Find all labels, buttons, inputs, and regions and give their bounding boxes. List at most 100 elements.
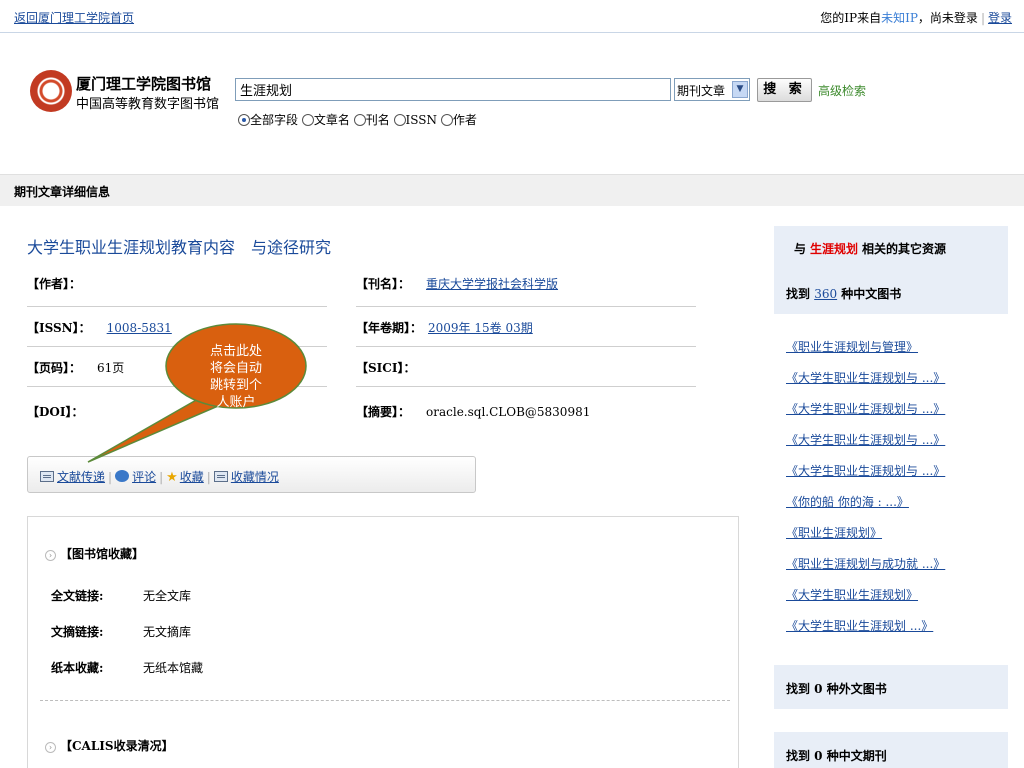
radio-all-fields[interactable]: [238, 114, 250, 126]
radio-author[interactable]: [440, 114, 453, 126]
volume-label: 【年卷期】：: [356, 321, 423, 335]
related-heading: 与生涯规划 相关的其它资源: [794, 240, 946, 257]
related-book-link[interactable]: 《职业生涯规划》: [786, 524, 882, 541]
library-collection-title: 【图书馆收藏】: [60, 547, 145, 561]
radio-label: 作者: [452, 113, 477, 127]
abstract-label: 【摘要】：: [356, 405, 411, 419]
related-book-link[interactable]: 《大学生职业生涯规划》: [786, 586, 918, 603]
related-book-link[interactable]: 《大学生职业生涯规划与 ...》: [786, 431, 945, 448]
abstract-link-label: 文摘链接:: [51, 625, 104, 639]
comment-link[interactable]: 评论: [132, 470, 156, 484]
related-book-link[interactable]: 《职业生涯规划与成功就 ...》: [786, 555, 945, 572]
radio-issn[interactable]: [393, 114, 406, 126]
radio-label: 文章名: [313, 113, 350, 127]
related-book-link[interactable]: 《大学生职业生涯规划 ...》: [786, 617, 933, 634]
search-scope-radios: 全部字段 文章名 刊名 ISSN 作者: [238, 111, 477, 128]
library-subtitle: 中国高等教育数字图书馆: [76, 97, 220, 112]
fulltext-row: 全文链接: 无全文库: [51, 587, 191, 604]
related-book-link[interactable]: 《职业生涯规划与管理》: [786, 338, 918, 355]
chevron-right-icon: ›: [45, 742, 56, 753]
search-button[interactable]: 搜 索: [757, 78, 812, 102]
related-book-link[interactable]: 《大学生职业生涯规划与 ...》: [786, 400, 945, 417]
calis-title: 【CALIS收录清况】: [60, 739, 174, 753]
university-seal-icon: [30, 70, 72, 112]
header: 厦门理工学院图书馆 中国高等教育数字图书馆 期刊文章 ▼ 搜 索 高级检索 全部…: [0, 34, 1024, 174]
search-type-select[interactable]: 期刊文章 ▼: [674, 78, 750, 101]
author-label: 【作者】：: [27, 277, 82, 291]
radio-title[interactable]: [301, 114, 314, 126]
callout-line: 人账户: [216, 395, 256, 410]
divider: [356, 386, 696, 387]
divider: |: [108, 470, 113, 484]
star-icon: ★: [166, 470, 178, 485]
divider: [27, 346, 327, 347]
advanced-search-link[interactable]: 高级检索: [818, 82, 866, 99]
issn-link[interactable]: 1008-5831: [107, 321, 172, 335]
print-label: 纸本收藏:: [51, 661, 104, 675]
related-keyword: 生涯规划: [810, 242, 859, 256]
journal-label: 【刊名】：: [356, 277, 411, 291]
volume-field: 【年卷期】： 2009年 15卷 03期: [356, 319, 533, 336]
divider: |: [159, 470, 164, 484]
related-book-link[interactable]: 《大学生职业生涯规划与 ...》: [786, 369, 945, 386]
cn-journals-count: 找到 0 种中文期刊: [786, 749, 887, 763]
section-title-bar: 期刊文章详细信息: [0, 174, 1024, 206]
library-logo[interactable]: 厦门理工学院图书馆 中国高等教育数字图书馆: [30, 70, 220, 126]
divider: |: [206, 470, 211, 484]
divider: [40, 700, 730, 701]
document-delivery-link[interactable]: 文献传递: [57, 470, 105, 484]
not-logged-text: ，尚未登录: [917, 11, 978, 25]
print-value: 无纸本馆藏: [143, 661, 204, 675]
chevron-down-icon[interactable]: ▼: [732, 81, 748, 98]
fulltext-label: 全文链接:: [51, 589, 104, 603]
divider: [356, 306, 696, 307]
top-bar: 返回厦门理工学院首页 您的IP来自未知IP，尚未登录 | 登录: [0, 0, 1024, 33]
issn-field: 【ISSN】： 1008-5831: [27, 319, 172, 336]
login-link[interactable]: 登录: [988, 11, 1012, 25]
sici-label: 【SICI】：: [356, 361, 416, 375]
divider: [356, 346, 696, 347]
ip-value: 未知IP: [881, 11, 918, 25]
foreign-books-count: 找到 0 种外文图书: [786, 682, 887, 696]
fulltext-value: 无全文库: [143, 589, 192, 603]
radio-journal[interactable]: [353, 114, 366, 126]
abstract-link-value: 无文摘库: [143, 625, 192, 639]
chevron-right-icon: ›: [45, 550, 56, 561]
pages-label: 【页码】：: [27, 361, 82, 375]
cn-books-count: 找到 360 种中文图书: [786, 285, 901, 302]
radio-label: 全部字段: [250, 113, 299, 127]
issn-label: 【ISSN】：: [27, 321, 91, 335]
callout-line: 跳转到个: [209, 378, 262, 393]
abstract-link-row: 文摘链接: 无文摘库: [51, 623, 191, 640]
related-book-link[interactable]: 《你的船 你的海 : ...》: [786, 493, 909, 510]
section-title: 期刊文章详细信息: [14, 185, 111, 199]
callout-line: 点击此处: [209, 344, 262, 359]
callout-line: 将会自动: [209, 361, 262, 376]
article-title: 大学生职业生涯规划教育内容 与途径研究: [27, 238, 332, 257]
comment-bubble-icon: [115, 470, 130, 482]
print-row: 纸本收藏: 无纸本馆藏: [51, 659, 203, 676]
favorite-link[interactable]: 收藏: [180, 470, 204, 484]
home-link[interactable]: 返回厦门理工学院首页: [14, 9, 134, 26]
pages-value: 61页: [97, 361, 125, 375]
ip-prefix: 您的IP来自: [820, 11, 882, 25]
doi-field: 【DOI】：: [27, 403, 83, 420]
radio-label: ISSN: [405, 113, 438, 127]
related-prefix: 与: [794, 242, 807, 256]
doi-label: 【DOI】：: [27, 405, 84, 419]
favorite-status-icon: [213, 471, 228, 482]
sici-field: 【SICI】：: [356, 359, 415, 376]
search-type-value: 期刊文章: [677, 84, 726, 98]
related-suffix: 相关的其它资源: [862, 242, 947, 256]
related-book-link[interactable]: 《大学生职业生涯规划与 ...》: [786, 462, 945, 479]
library-name: 厦门理工学院图书馆: [76, 75, 212, 93]
favorite-status-link[interactable]: 收藏情况: [231, 470, 279, 484]
cn-books-suffix: 种中文图书: [841, 287, 902, 301]
callout-text: 点击此处 将会自动 跳转到个 人账户: [196, 343, 276, 411]
abstract-field: 【摘要】： oracle.sql.CLOB@5830981: [356, 403, 590, 420]
cn-books-count-link[interactable]: 360: [814, 287, 837, 301]
journal-link[interactable]: 重庆大学学报社会科学版: [426, 277, 558, 291]
document-delivery-icon: [40, 471, 54, 482]
volume-link[interactable]: 2009年 15卷 03期: [428, 321, 533, 335]
search-input[interactable]: [235, 78, 671, 101]
